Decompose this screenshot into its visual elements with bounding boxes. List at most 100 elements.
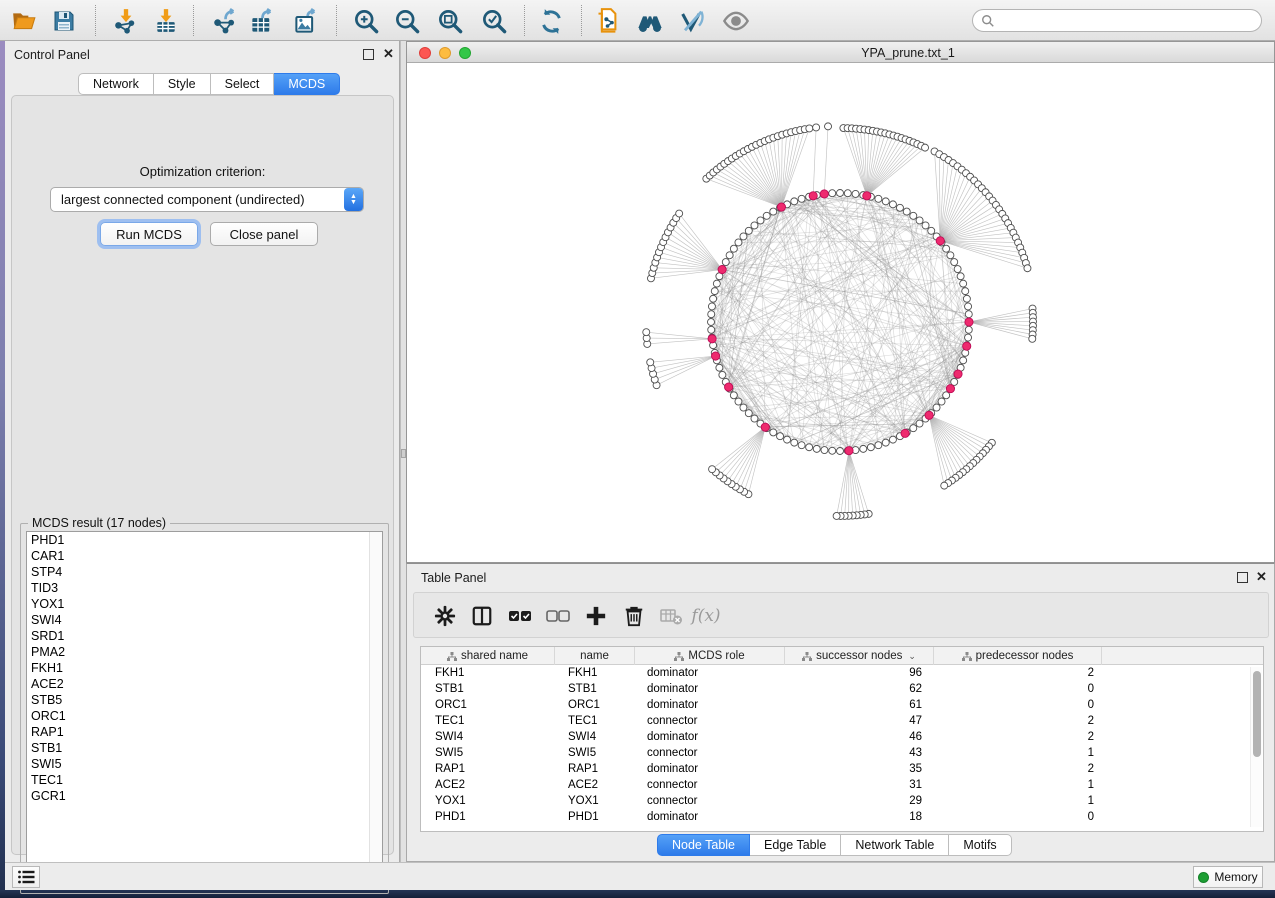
network-graph[interactable] — [407, 63, 1274, 562]
tab-network[interactable]: Network — [78, 73, 154, 95]
close-panel-button[interactable]: Close panel — [210, 222, 318, 246]
column-header-successor-nodes[interactable]: successor nodes⌄ — [785, 647, 934, 665]
table-scrollbar[interactable] — [1250, 667, 1262, 827]
tab-network-table[interactable]: Network Table — [841, 834, 949, 856]
minimize-window-icon[interactable] — [439, 47, 451, 59]
column-header-shared-name[interactable]: shared name — [421, 647, 555, 665]
deselect-all-icon[interactable] — [544, 602, 572, 630]
column-header-name[interactable]: name — [555, 647, 635, 665]
maximize-window-icon[interactable] — [459, 47, 471, 59]
select-all-icon[interactable] — [506, 602, 534, 630]
zoom-fit-icon[interactable] — [436, 7, 464, 35]
cell-shared_name: RAP1 — [421, 763, 555, 775]
search-icon — [981, 14, 995, 28]
table-settings-gear-icon[interactable] — [431, 602, 459, 630]
list-item[interactable]: CAR1 — [27, 548, 382, 564]
import-table-icon[interactable] — [152, 7, 180, 35]
list-item[interactable]: SRD1 — [27, 628, 382, 644]
save-session-icon[interactable] — [50, 7, 78, 35]
list-item[interactable]: STP4 — [27, 564, 382, 580]
table-scrollbar-thumb[interactable] — [1253, 671, 1261, 757]
task-history-button[interactable] — [12, 866, 40, 888]
mcds-result-list[interactable]: PHD1CAR1STP4TID3YOX1SWI4SRD1PMA2FKH1ACE2… — [26, 531, 383, 888]
export-image-icon[interactable] — [292, 7, 320, 35]
table-row[interactable]: SWI4SWI4dominator462 — [421, 729, 1263, 745]
list-item[interactable]: STB5 — [27, 692, 382, 708]
control-panel-header: Control Panel ✕ — [5, 41, 399, 68]
list-item[interactable]: ACE2 — [27, 676, 382, 692]
export-table-icon[interactable] — [248, 7, 276, 35]
list-item[interactable]: PMA2 — [27, 644, 382, 660]
column-header-MCDS-role[interactable]: MCDS role — [635, 647, 785, 665]
node-table[interactable]: shared namenameMCDS rolesuccessor nodes⌄… — [420, 646, 1264, 832]
toolbar-separator — [193, 5, 194, 36]
new-network-from-selection-icon[interactable] — [593, 7, 621, 35]
list-item[interactable]: SWI5 — [27, 756, 382, 772]
tab-edge-table[interactable]: Edge Table — [750, 834, 841, 856]
table-panel-tabs: Node TableEdge TableNetwork TableMotifs — [657, 834, 1012, 856]
list-item[interactable]: FKH1 — [27, 660, 382, 676]
network-window-title: YPA_prune.txt_1 — [861, 46, 955, 60]
table-row[interactable]: STB1STB1dominator620 — [421, 681, 1263, 697]
cell-successor_nodes: 31 — [785, 779, 934, 791]
close-panel-icon[interactable]: ✕ — [1256, 570, 1267, 584]
tab-node-table[interactable]: Node Table — [657, 834, 750, 856]
node-table-header[interactable]: shared namenameMCDS rolesuccessor nodes⌄… — [421, 647, 1263, 665]
column-header-predecessor-nodes[interactable]: predecessor nodes — [934, 647, 1102, 665]
search-input[interactable] — [995, 12, 1261, 30]
cell-predecessor_nodes: 2 — [934, 715, 1102, 727]
float-window-icon[interactable] — [1237, 572, 1248, 583]
mcds-list-scrollbar[interactable] — [369, 532, 382, 887]
table-row[interactable]: TEC1TEC1connector472 — [421, 713, 1263, 729]
list-item[interactable]: SWI4 — [27, 612, 382, 628]
function-builder-icon[interactable]: f(x) — [692, 602, 720, 630]
list-item[interactable]: TEC1 — [27, 772, 382, 788]
list-item[interactable]: ORC1 — [27, 708, 382, 724]
add-column-icon[interactable] — [582, 602, 610, 630]
table-row[interactable]: RAP1RAP1dominator352 — [421, 761, 1263, 777]
delete-column-trash-icon[interactable] — [620, 602, 648, 630]
export-network-icon[interactable] — [211, 7, 239, 35]
list-item[interactable]: STB1 — [27, 740, 382, 756]
cell-mcds_role: dominator — [635, 763, 785, 775]
refresh-icon[interactable] — [537, 7, 565, 35]
cell-mcds_role: dominator — [635, 683, 785, 695]
list-item[interactable]: GCR1 — [27, 788, 382, 804]
table-row[interactable]: ACE2ACE2connector311 — [421, 777, 1263, 793]
tab-mcds[interactable]: MCDS — [274, 73, 340, 95]
import-network-icon[interactable] — [112, 7, 140, 35]
toggle-details-icon[interactable] — [678, 7, 706, 35]
table-row[interactable]: FKH1FKH1dominator962 — [421, 665, 1263, 681]
table-row[interactable]: PHD1PHD1dominator180 — [421, 809, 1263, 825]
zoom-selected-icon[interactable] — [480, 7, 508, 35]
tab-style[interactable]: Style — [154, 73, 211, 95]
cell-successor_nodes: 62 — [785, 683, 934, 695]
zoom-out-icon[interactable] — [393, 7, 421, 35]
tab-motifs[interactable]: Motifs — [949, 834, 1011, 856]
zoom-in-icon[interactable] — [352, 7, 380, 35]
show-columns-icon[interactable] — [468, 602, 496, 630]
table-row[interactable]: SWI5SWI5connector431 — [421, 745, 1263, 761]
cell-mcds_role: dominator — [635, 811, 785, 823]
cell-predecessor_nodes: 1 — [934, 795, 1102, 807]
delete-table-icon[interactable] — [657, 602, 685, 630]
tab-select[interactable]: Select — [211, 73, 275, 95]
list-item[interactable]: PHD1 — [27, 532, 382, 548]
list-item[interactable]: YOX1 — [27, 596, 382, 612]
network-view[interactable] — [407, 63, 1274, 562]
binoculars-icon[interactable] — [636, 7, 664, 35]
optimization-criterion-select[interactable]: largest connected component (undirected)… — [50, 187, 364, 212]
list-item[interactable]: RAP1 — [27, 724, 382, 740]
close-window-icon[interactable] — [419, 47, 431, 59]
table-row[interactable]: ORC1ORC1dominator610 — [421, 697, 1263, 713]
close-panel-icon[interactable]: ✕ — [383, 47, 394, 61]
list-item[interactable]: TID3 — [27, 580, 382, 596]
memory-button[interactable]: Memory — [1193, 866, 1263, 888]
cell-shared_name: STB1 — [421, 683, 555, 695]
table-row[interactable]: YOX1YOX1connector291 — [421, 793, 1263, 809]
run-mcds-button[interactable]: Run MCDS — [100, 222, 198, 246]
toolbar-search[interactable] — [972, 9, 1262, 32]
eye-icon[interactable] — [722, 7, 750, 35]
float-window-icon[interactable] — [363, 49, 374, 60]
open-file-icon[interactable] — [10, 7, 38, 35]
